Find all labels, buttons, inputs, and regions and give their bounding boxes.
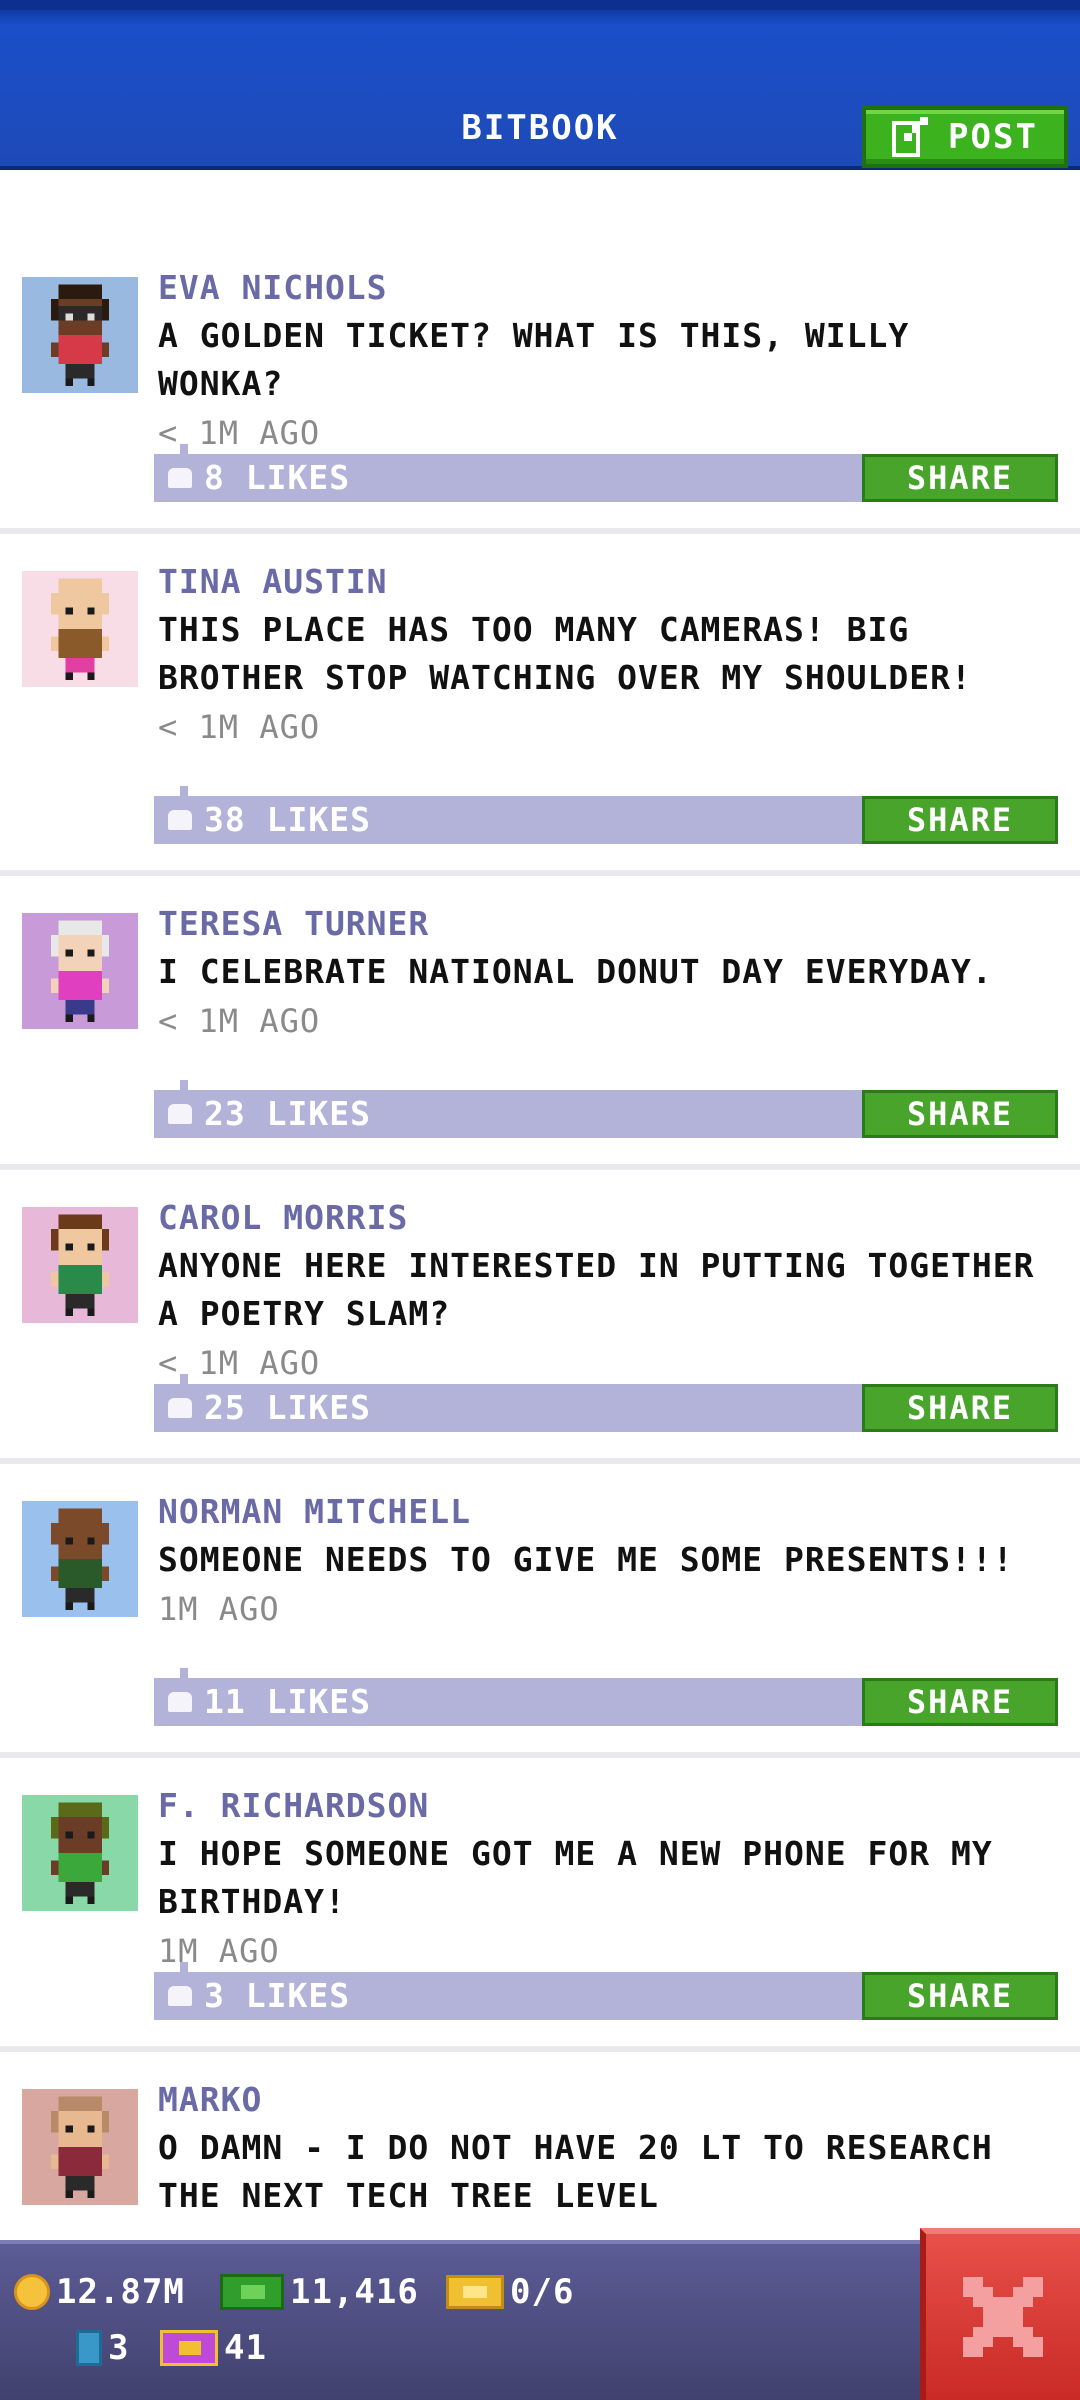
like-bar: 25 LIKES SHARE <box>154 1374 1058 1432</box>
post-message: I CELEBRATE NATIONAL DONUT DAY EVERYDAY. <box>158 952 993 991</box>
post-author[interactable]: MARKO <box>158 2076 1050 2124</box>
like-bar: 38 LIKES SHARE <box>154 786 1058 844</box>
post-time: 1M AGO <box>158 1932 280 1970</box>
feed-post: TERESA TURNER I CELEBRATE NATIONAL DONUT… <box>0 876 1080 1170</box>
like-count: 25 LIKES <box>204 1388 371 1427</box>
coins-value: 12.87M <box>56 2272 185 2312</box>
like-count: 8 LIKES <box>204 458 351 497</box>
close-button[interactable] <box>920 2228 1080 2400</box>
avatar[interactable] <box>22 1206 138 1324</box>
share-button[interactable]: SHARE <box>862 454 1058 502</box>
post-author[interactable]: TERESA TURNER <box>158 900 1050 948</box>
thumbs-up-icon <box>168 810 192 830</box>
post-time: < 1M AGO <box>158 414 321 452</box>
edit-icon <box>892 117 929 157</box>
bux-stat: 11,416 <box>220 2272 419 2312</box>
share-button[interactable]: SHARE <box>862 1678 1058 1726</box>
gem-tickets-stat: 41 <box>160 2328 267 2368</box>
thumbs-up-icon <box>168 1398 192 1418</box>
like-count: 3 LIKES <box>204 1976 351 2015</box>
like-count: 38 LIKES <box>204 800 371 839</box>
post-message: ANYONE HERE INTERESTED IN PUTTING TOGETH… <box>158 1246 1035 1333</box>
post-message: O DAMN - I DO NOT HAVE 20 LT TO RESEARCH… <box>158 2128 993 2215</box>
avatar[interactable] <box>22 276 138 394</box>
share-button[interactable]: SHARE <box>862 796 1058 844</box>
vip-ticket-icon <box>160 2330 218 2366</box>
app-header: BITBOOK POST <box>0 0 1080 170</box>
feed-post: NORMAN MITCHELL SOMEONE NEEDS TO GIVE ME… <box>0 1464 1080 1758</box>
post-time: < 1M AGO <box>158 708 321 746</box>
gem-tickets-value: 41 <box>224 2328 267 2368</box>
post-author[interactable]: NORMAN MITCHELL <box>158 1488 1050 1536</box>
close-icon <box>963 2277 1043 2357</box>
blocks-value: 3 <box>108 2328 130 2368</box>
blocks-stat: 3 <box>76 2328 129 2368</box>
like-bar: 11 LIKES SHARE <box>154 1668 1058 1726</box>
like-count: 11 LIKES <box>204 1682 371 1721</box>
feed-post: F. RICHARDSON I HOPE SOMEONE GOT ME A NE… <box>0 1758 1080 2052</box>
share-button[interactable]: SHARE <box>862 1972 1058 2020</box>
status-bar: 12.87M 11,416 0/6 3 41 <box>0 2240 1080 2400</box>
like-bar: 23 LIKES SHARE <box>154 1080 1058 1138</box>
tickets-stat: 0/6 <box>446 2272 574 2312</box>
post-message: A GOLDEN TICKET? WHAT IS THIS, WILLY WON… <box>158 316 910 403</box>
avatar[interactable] <box>22 2088 138 2206</box>
avatar[interactable] <box>22 912 138 1030</box>
block-icon <box>76 2330 102 2366</box>
coins-stat: 12.87M <box>14 2272 185 2312</box>
post-author[interactable]: F. RICHARDSON <box>158 1782 1050 1830</box>
avatar[interactable] <box>22 1500 138 1618</box>
post-author[interactable]: CAROL MORRIS <box>158 1194 1050 1242</box>
bux-value: 11,416 <box>290 2272 419 2312</box>
coin-icon <box>14 2274 50 2310</box>
avatar[interactable] <box>22 570 138 688</box>
like-bar: 8 LIKES SHARE <box>154 444 1058 502</box>
thumbs-up-icon <box>168 1692 192 1712</box>
tickets-value: 0/6 <box>510 2272 575 2312</box>
post-time: 1M AGO <box>158 1590 280 1628</box>
post-author[interactable]: EVA NICHOLS <box>158 264 1050 312</box>
thumbs-up-icon <box>168 468 192 488</box>
avatar[interactable] <box>22 1794 138 1912</box>
post-message: SOMEONE NEEDS TO GIVE ME SOME PRESENTS!!… <box>158 1540 1014 1579</box>
feed-post: TINA AUSTIN THIS PLACE HAS TOO MANY CAME… <box>0 534 1080 876</box>
feed-post: EVA NICHOLS A GOLDEN TICKET? WHAT IS THI… <box>0 240 1080 534</box>
thumbs-up-icon <box>168 1104 192 1124</box>
post-button-label: POST <box>948 117 1038 157</box>
golden-ticket-icon <box>446 2275 504 2309</box>
like-count: 23 LIKES <box>204 1094 371 1133</box>
bux-icon <box>220 2274 284 2310</box>
share-button[interactable]: SHARE <box>862 1384 1058 1432</box>
post-feed[interactable]: EVA NICHOLS A GOLDEN TICKET? WHAT IS THI… <box>0 240 1080 2240</box>
thumbs-up-icon <box>168 1986 192 2006</box>
post-message: THIS PLACE HAS TOO MANY CAMERAS! BIG BRO… <box>158 610 972 697</box>
post-author[interactable]: TINA AUSTIN <box>158 558 1050 606</box>
post-time: < 1M AGO <box>158 1002 321 1040</box>
post-time: < 1M AGO <box>158 1344 321 1382</box>
like-bar: 3 LIKES SHARE <box>154 1962 1058 2020</box>
feed-post: MARKO O DAMN - I DO NOT HAVE 20 LT TO RE… <box>0 2052 1080 2240</box>
feed-post: CAROL MORRIS ANYONE HERE INTERESTED IN P… <box>0 1170 1080 1464</box>
post-button[interactable]: POST <box>862 106 1068 168</box>
post-message: I HOPE SOMEONE GOT ME A NEW PHONE FOR MY… <box>158 1834 993 1921</box>
share-button[interactable]: SHARE <box>862 1090 1058 1138</box>
